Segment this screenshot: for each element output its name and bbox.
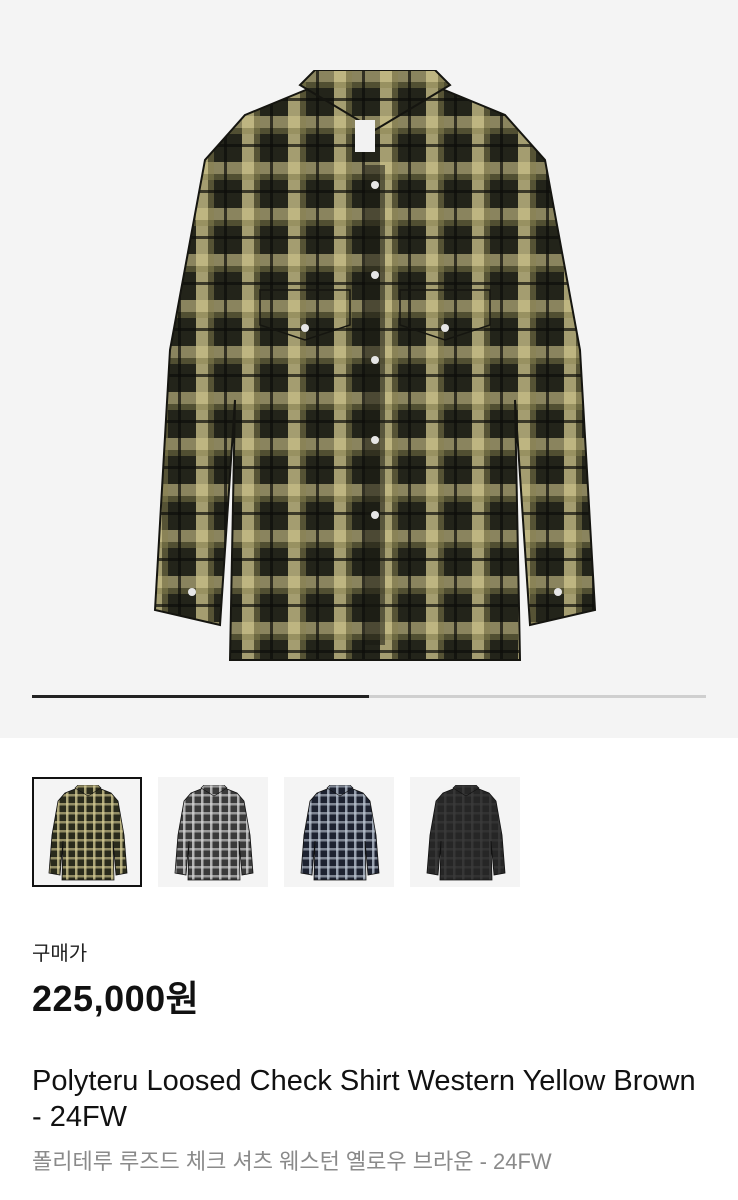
thumbnail-navy[interactable]: [284, 777, 394, 887]
thumbnail-shirt-image: [174, 785, 254, 881]
gallery-progress-bar: [32, 695, 706, 698]
thumbnail-yellow-brown[interactable]: [32, 777, 142, 887]
thumbnail-shirt-image: [426, 785, 506, 881]
product-title: Polyteru Loosed Check Shirt Western Yell…: [32, 1065, 696, 1133]
thumbnail-grey[interactable]: [158, 777, 268, 887]
gallery-progress-fill: [32, 695, 369, 698]
product-main-image: [153, 70, 597, 661]
product-image-gallery[interactable]: [0, 0, 738, 738]
price-label: 구매가: [32, 943, 88, 965]
thumbnail-black[interactable]: [410, 777, 520, 887]
thumbnail-shirt-image: [300, 785, 380, 881]
thumbnail-list: [32, 777, 520, 887]
thumbnail-shirt-image: [48, 785, 128, 881]
product-subtitle-korean: 폴리테루 루즈드 체크 셔츠 웨스턴 옐로우 브라운 - 24FW: [32, 1149, 552, 1174]
price-value: 225,000원: [32, 978, 200, 1019]
